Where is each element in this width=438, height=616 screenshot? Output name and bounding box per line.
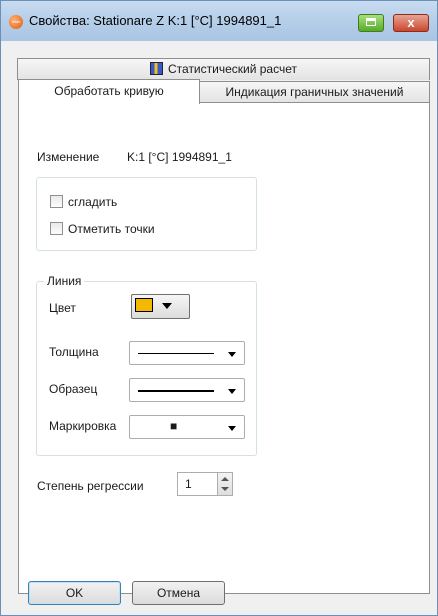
- tab-limits[interactable]: Индикация граничных значений: [199, 81, 430, 103]
- spin-up-icon[interactable]: [218, 474, 232, 483]
- close-button[interactable]: x: [393, 14, 429, 32]
- smooth-checkbox[interactable]: [50, 195, 63, 208]
- color-swatch: [135, 298, 153, 312]
- tab-curve[interactable]: Обработать кривую: [18, 79, 200, 104]
- regression-label: Степень регрессии: [37, 479, 144, 493]
- testo-app-icon: testo: [9, 15, 23, 29]
- color-picker-button[interactable]: [131, 294, 190, 319]
- restore-icon: [366, 18, 376, 26]
- color-dropdown-arrow-icon: [162, 303, 172, 309]
- pattern-select[interactable]: [129, 378, 245, 402]
- marker-preview: ■: [170, 419, 178, 433]
- pattern-preview: [138, 390, 214, 392]
- regression-value: 1: [185, 477, 192, 491]
- mark-points-checkbox[interactable]: [50, 222, 63, 235]
- tab-limits-label: Индикация граничных значений: [225, 85, 404, 99]
- regression-input[interactable]: 1: [177, 472, 218, 496]
- marker-dropdown-arrow-icon: [228, 426, 236, 431]
- tab-curve-label: Обработать кривую: [54, 84, 164, 98]
- window-title: Свойства: Stationare Z K:1 [°C] 1994891_…: [29, 13, 282, 28]
- mark-points-label[interactable]: Отметить точки: [68, 222, 155, 236]
- ok-button[interactable]: OK: [28, 581, 121, 605]
- marker-label: Маркировка: [49, 419, 117, 433]
- change-value: K:1 [°C] 1994891_1: [127, 150, 232, 164]
- smooth-label[interactable]: сгладить: [68, 195, 117, 209]
- restore-button[interactable]: [358, 14, 384, 32]
- close-icon: x: [407, 15, 415, 30]
- pattern-label: Образец: [49, 382, 98, 396]
- options-group: [36, 177, 257, 251]
- tab-statistics[interactable]: Статистический расчет: [17, 58, 430, 80]
- cancel-button[interactable]: Отмена: [132, 581, 225, 605]
- change-label: Изменение: [37, 150, 100, 164]
- properties-dialog: testo Свойства: Stationare Z K:1 [°C] 19…: [0, 0, 438, 616]
- spin-down-icon[interactable]: [218, 485, 232, 494]
- tab-statistics-label: Статистический расчет: [168, 62, 297, 76]
- thickness-select[interactable]: [129, 341, 245, 365]
- thickness-dropdown-arrow-icon: [228, 352, 236, 357]
- regression-spinner[interactable]: [217, 472, 233, 496]
- thickness-preview: [138, 353, 214, 354]
- thickness-label: Толщина: [49, 345, 99, 359]
- title-bar[interactable]: testo Свойства: Stationare Z K:1 [°C] 19…: [1, 1, 437, 41]
- color-label: Цвет: [49, 301, 76, 315]
- pattern-dropdown-arrow-icon: [228, 389, 236, 394]
- line-group-title: Линия: [44, 274, 85, 288]
- statistics-icon: [150, 62, 163, 75]
- marker-select[interactable]: ■: [129, 415, 245, 439]
